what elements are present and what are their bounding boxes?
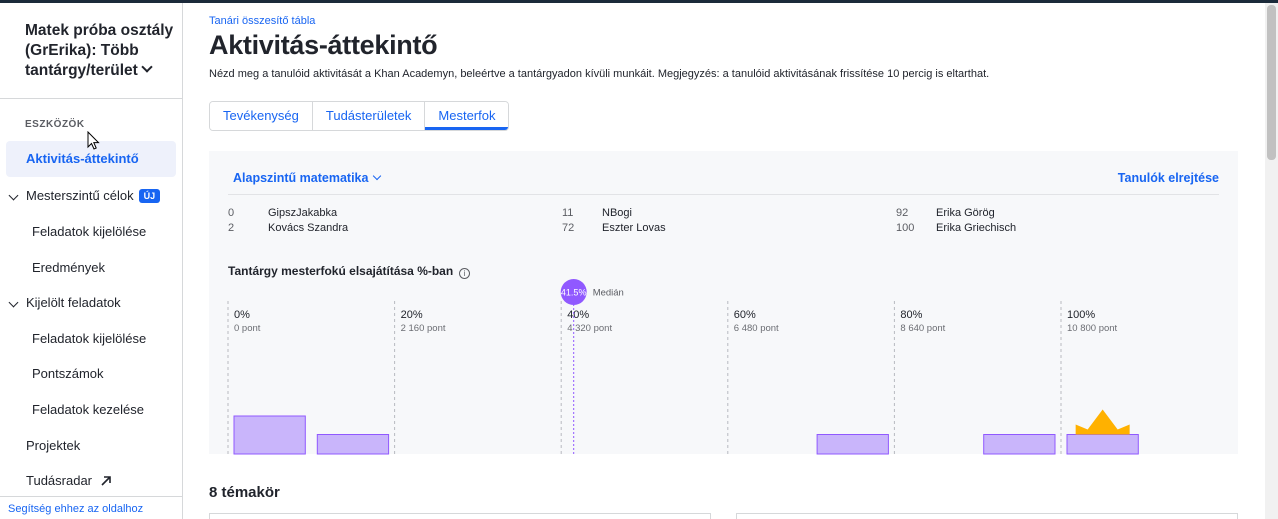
sidebar-item-label: Mesterszintű célok xyxy=(26,188,134,203)
axis-tick-label: 60% xyxy=(734,309,756,321)
sidebar-item-label: Projektek xyxy=(26,438,81,453)
sidebar: Matek próba osztály (GrErika): Több tant… xyxy=(0,3,183,519)
mastery-histogram: 0%0 pont20%2 160 pont40%4 320 pont60%6 4… xyxy=(227,279,1139,455)
axis-tick-points: 10 800 pont xyxy=(1067,323,1118,334)
scrollbar-thumb[interactable] xyxy=(1267,5,1276,160)
topics-heading: 8 témakör xyxy=(209,484,280,501)
axis-tick-label: 80% xyxy=(900,309,922,321)
sidebar-item-label: Tudásradar xyxy=(26,473,92,488)
sidebar-item-assign-tasks[interactable]: Feladatok kijelölése xyxy=(32,331,146,346)
axis-tick-label: 40% xyxy=(567,309,589,321)
histogram-bar xyxy=(233,415,306,455)
chevron-down-icon xyxy=(141,61,153,73)
axis-tick-label: 0% xyxy=(234,309,250,321)
sidebar-item-results[interactable]: Eredmények xyxy=(32,260,105,275)
class-title-text: Matek próba osztály (GrErika): Több tant… xyxy=(25,22,174,79)
sidebar-item-label: Feladatok kezelése xyxy=(32,402,145,417)
top-bar xyxy=(0,0,1278,3)
topics-table-right xyxy=(736,513,1238,519)
sidebar-item-label: Pontszámok xyxy=(32,366,104,381)
median-text: Medián xyxy=(593,288,624,299)
sidebar-item-label: Feladatok kijelölése xyxy=(32,331,147,346)
page-description: Nézd meg a tanulóid aktivitását a Khan A… xyxy=(209,68,990,80)
class-selector[interactable]: Matek próba osztály (GrErika): Több tant… xyxy=(25,21,175,81)
sidebar-item-knowledge-radar[interactable]: Tudásradar xyxy=(26,473,112,488)
sidebar-item-manage-tasks[interactable]: Feladatok kezelése xyxy=(32,402,144,417)
help-link[interactable]: Segítség ehhez az oldalhoz xyxy=(8,503,143,515)
tab-knowledge-areas[interactable]: Tudásterületek xyxy=(312,102,426,130)
axis-tick-points: 6 480 pont xyxy=(734,323,779,334)
vertical-scrollbar[interactable] xyxy=(1265,3,1278,519)
mastery-panel: Alapszintű matematika Tanulók elrejtése … xyxy=(209,151,1238,455)
page-title: Aktivitás-áttekintő xyxy=(209,30,438,60)
sidebar-item-label: Eredmények xyxy=(32,260,105,275)
axis-tick-label: 20% xyxy=(401,309,423,321)
sidebar-item-assigned-tasks[interactable]: Kijelölt feladatok xyxy=(8,295,121,310)
histogram-bar xyxy=(1066,434,1139,455)
tools-section-label: ESZKÖZÖK xyxy=(25,119,85,130)
sidebar-item-assign-tasks-goals[interactable]: Feladatok kijelölése xyxy=(32,224,146,239)
chevron-down-icon xyxy=(8,297,19,308)
axis-tick-points: 0 pont xyxy=(234,323,261,334)
sidebar-item-label: Feladatok kijelölése xyxy=(32,224,147,239)
median-value-label: 41.5% xyxy=(561,288,587,298)
sidebar-item-mastery-goals[interactable]: Mesterszintű célok ÚJ xyxy=(8,188,161,204)
new-badge: ÚJ xyxy=(138,189,161,203)
sidebar-divider xyxy=(0,98,182,99)
sidebar-item-label: Kijelölt feladatok xyxy=(26,295,121,310)
crown-icon xyxy=(1075,409,1130,435)
axis-tick-label: 100% xyxy=(1067,309,1095,321)
sidebar-item-label: Aktivitás-áttekintő xyxy=(26,151,139,166)
mouse-cursor-icon xyxy=(87,131,100,150)
tab-activity[interactable]: Tevékenység xyxy=(210,102,313,130)
help-divider xyxy=(0,496,182,497)
axis-tick-points: 2 160 pont xyxy=(401,323,446,334)
histogram-bar xyxy=(316,434,390,455)
chevron-down-icon xyxy=(8,190,19,201)
histogram-bar xyxy=(816,434,889,455)
breadcrumb[interactable]: Tanári összesítő tábla xyxy=(209,15,315,27)
histogram-bar xyxy=(983,434,1056,455)
tab-bar: Tevékenység Tudásterületek Mesterfok xyxy=(209,101,510,131)
external-link-icon xyxy=(101,476,111,486)
tab-mastery[interactable]: Mesterfok xyxy=(425,102,509,130)
sidebar-item-projects[interactable]: Projektek xyxy=(26,438,80,453)
topics-table-left xyxy=(209,513,711,519)
axis-tick-points: 8 640 pont xyxy=(900,323,945,334)
sidebar-item-scores[interactable]: Pontszámok xyxy=(32,366,104,381)
